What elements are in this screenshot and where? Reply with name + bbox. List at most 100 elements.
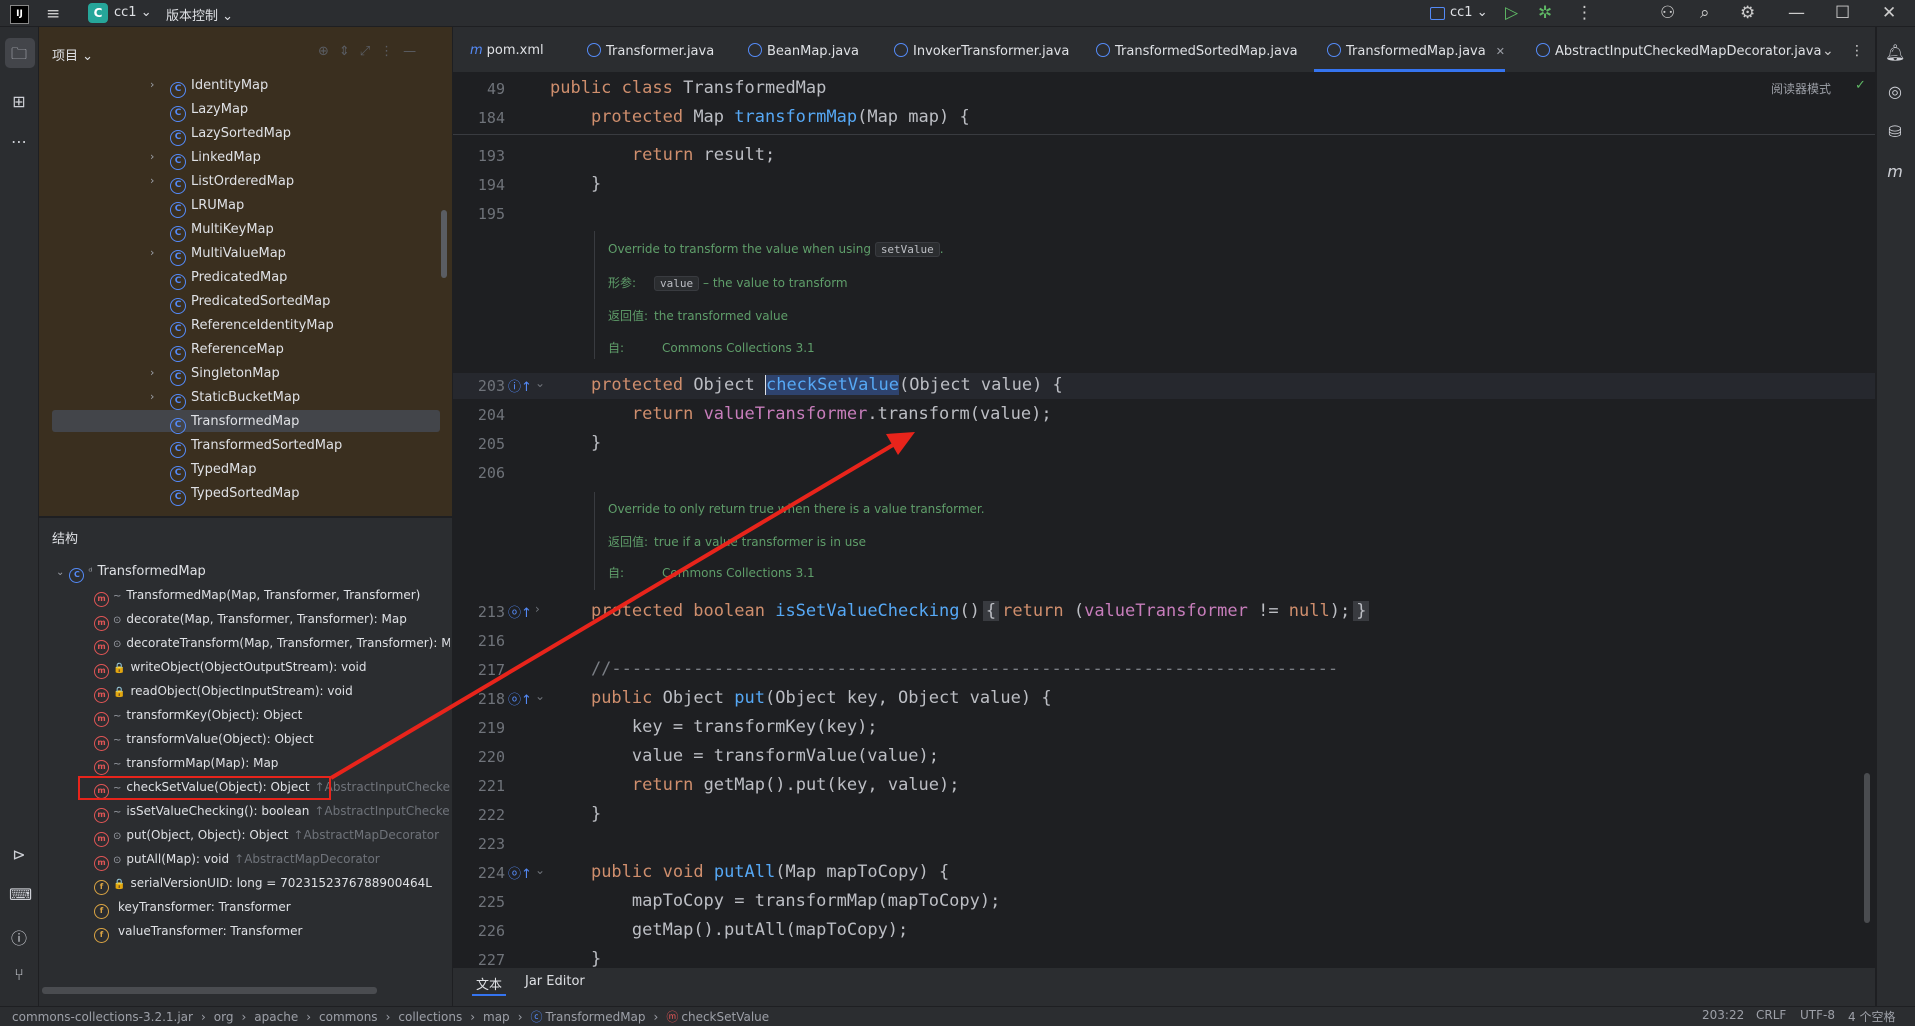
minimize-icon[interactable]: — — [1788, 3, 1805, 23]
code-field: valueTransformer — [703, 404, 868, 424]
tab-list-chevron-icon[interactable]: ⌄ — [1822, 43, 1834, 59]
panel-toolbar-icons[interactable]: ⊕⇕⤢⋮— — [318, 44, 426, 59]
file-encoding[interactable]: UTF-8 — [1800, 1008, 1835, 1022]
breadcrumb-item[interactable]: commons — [319, 1010, 378, 1024]
structure-item[interactable]: m 🔒 readObject(ObjectInputStream): void — [94, 684, 450, 706]
database-icon[interactable]: ⛁ — [1885, 122, 1905, 142]
structure-item[interactable]: m ~ isSetValueChecking(): boolean ↑Abstract… — [94, 804, 450, 826]
folder-icon[interactable]: 🗀 — [9, 43, 29, 63]
structure-hscrollbar[interactable] — [42, 987, 377, 994]
tree-item[interactable]: C ReferenceIdentityMap — [0, 316, 440, 338]
implements-icon[interactable]: ⓘ↑ — [508, 376, 532, 395]
tab-invokertransformer-java[interactable]: InvokerTransformer.java — [894, 43, 1069, 59]
structure-item[interactable]: f keyTransformer: Transformer — [94, 900, 450, 922]
overrides-icon[interactable]: ⓞ↑ — [508, 863, 532, 882]
tree-item[interactable]: C TransformedSortedMap — [0, 436, 440, 458]
run-icon[interactable]: ▷ — [1505, 3, 1518, 23]
tab-more-icon[interactable]: ⋮ — [1850, 43, 1864, 59]
chevron-right-icon[interactable]: › — [150, 390, 154, 403]
search-icon[interactable]: ⌕ — [1700, 3, 1710, 23]
structure-item[interactable]: m ⊙ putAll(Map): void ↑AbstractMapDecorator — [94, 852, 450, 874]
line-separator[interactable]: CRLF — [1756, 1008, 1786, 1022]
tree-item[interactable]: › C IdentityMap — [0, 76, 440, 98]
tree-item[interactable]: › C MultiValueMap — [0, 244, 440, 266]
tree-item[interactable]: C TypedSortedMap — [0, 484, 440, 506]
debug-icon[interactable]: ✲ — [1538, 3, 1552, 23]
tree-item[interactable]: C PredicatedSortedMap — [0, 292, 440, 314]
run-config-selector[interactable]: cc1 ⌄ — [1450, 5, 1488, 20]
more-actions-icon[interactable]: ⋮ — [1576, 3, 1593, 23]
tab-text[interactable]: 文本 — [476, 974, 502, 993]
chevron-right-icon[interactable]: › — [150, 174, 154, 187]
structure-item[interactable]: m ~ transformValue(Object): Object — [94, 732, 450, 754]
tree-item[interactable]: C TypedMap — [0, 460, 440, 482]
overrides-icon[interactable]: ⓞ↑ — [508, 689, 532, 708]
fold-icon[interactable]: ⌄ — [535, 863, 545, 877]
problems-icon[interactable]: ⓘ — [9, 925, 29, 948]
tree-item[interactable]: › C LinkedMap — [0, 148, 440, 170]
breadcrumb-item[interactable]: commons-collections-3.2.1.jar — [12, 1010, 193, 1024]
breadcrumb-item[interactable]: org — [214, 1010, 234, 1024]
fold-icon[interactable]: ⌄ — [535, 376, 545, 390]
fold-icon[interactable]: ⌄ — [535, 689, 545, 703]
tree-item[interactable]: C TransformedMap — [0, 412, 440, 434]
project-panel-header[interactable]: 项目 ⌄ — [52, 45, 93, 64]
structure-item[interactable]: m ⊙ decorate(Map, Transformer, Transformer… — [94, 612, 450, 634]
overrides-icon[interactable]: ⓞ↑ — [508, 602, 532, 621]
chevron-right-icon[interactable]: › — [150, 150, 154, 163]
vcs-menu[interactable]: 版本控制 ⌄ — [166, 5, 233, 24]
ai-assistant-icon[interactable]: ◎ — [1885, 82, 1905, 102]
structure-item[interactable]: f valueTransformer: Transformer — [94, 924, 450, 946]
structure-item[interactable]: m 🔒 writeObject(ObjectOutputStream): void — [94, 660, 450, 682]
tree-item[interactable]: › C SingletonMap — [0, 364, 440, 386]
tab-jar-editor[interactable]: Jar Editor — [525, 974, 585, 989]
structure-item[interactable]: m ⊙ decorateTransform(Map, Transformer, Tr… — [94, 636, 450, 658]
main-menu-icon[interactable]: ≡ — [46, 4, 60, 24]
gear-icon[interactable]: ⚙ — [1740, 3, 1755, 23]
tree-item[interactable]: › C StaticBucketMap — [0, 388, 440, 410]
reader-mode-toggle[interactable]: 阅读器模式 — [1771, 80, 1831, 97]
fold-icon[interactable]: › — [535, 602, 540, 616]
tab-transformer-java[interactable]: Transformer.java — [587, 43, 714, 59]
close-icon[interactable]: ✕ — [1882, 3, 1896, 23]
indent-setting[interactable]: 4 个空格 — [1848, 1008, 1895, 1025]
breadcrumb-item[interactable]: collections — [398, 1010, 462, 1024]
project-switcher[interactable]: cc1 ⌄ — [114, 5, 152, 20]
caret-position[interactable]: 203:22 — [1702, 1008, 1744, 1022]
add-user-icon[interactable]: ⚇ — [1660, 3, 1675, 23]
chevron-right-icon[interactable]: › — [150, 246, 154, 259]
notifications-icon[interactable]: 🔔︎ — [1885, 43, 1905, 63]
breadcrumb-item[interactable]: TransformedMap — [546, 1010, 646, 1024]
git-icon[interactable]: ⑂ — [9, 965, 29, 985]
maven-icon[interactable]: m — [1885, 162, 1905, 182]
editor-scrollbar[interactable] — [1864, 773, 1870, 923]
tab-transformedmap-java[interactable]: TransformedMap.java ✕ — [1327, 43, 1505, 59]
tree-item[interactable]: C LRUMap — [0, 196, 440, 218]
structure-item[interactable]: m ⊙ put(Object, Object): Object ↑AbstractMa… — [94, 828, 450, 850]
tab-close-icon[interactable]: ✕ — [1496, 45, 1505, 58]
structure-root[interactable]: ⌄ Cᵈ TransformedMap — [56, 564, 206, 586]
structure-item[interactable]: m ~ transformMap(Map): Map — [94, 756, 450, 778]
tree-item[interactable]: C MultiKeyMap — [0, 220, 440, 242]
tree-item[interactable]: C ReferenceMap — [0, 340, 440, 362]
structure-item[interactable]: f 🔒 serialVersionUID: long = 7023152376788… — [94, 876, 450, 898]
services-icon[interactable]: ⊳ — [9, 845, 29, 865]
chevron-right-icon[interactable]: › — [150, 366, 154, 379]
terminal-icon[interactable]: ⌨ — [9, 885, 32, 905]
breadcrumb-item[interactable]: apache — [254, 1010, 298, 1024]
tab-pom-xml[interactable]: m pom.xml — [470, 43, 544, 58]
tab-beanmap-java[interactable]: BeanMap.java — [748, 43, 859, 59]
tree-item[interactable]: › C ListOrderedMap — [0, 172, 440, 194]
chevron-right-icon[interactable]: › — [150, 78, 154, 91]
maximize-icon[interactable]: ☐ — [1835, 3, 1850, 23]
breadcrumb-item[interactable]: checkSetValue — [681, 1010, 769, 1024]
breadcrumb-item[interactable]: map — [483, 1010, 510, 1024]
tree-item[interactable]: C LazyMap — [0, 100, 440, 122]
structure-item[interactable]: m ~ transformKey(Object): Object — [94, 708, 450, 730]
tab-abstractinputcheckedmapdecorator-java[interactable]: AbstractInputCheckedMapDecorator.java — [1536, 43, 1821, 59]
tree-item[interactable]: C PredicatedMap — [0, 268, 440, 290]
tab-transformedsortedmap-java[interactable]: TransformedSortedMap.java — [1096, 43, 1298, 59]
structure-item[interactable]: m ~ TransformedMap(Map, Transformer, Trans… — [94, 588, 450, 610]
tree-item[interactable]: C LazySortedMap — [0, 124, 440, 146]
project-scrollbar[interactable] — [441, 210, 447, 278]
